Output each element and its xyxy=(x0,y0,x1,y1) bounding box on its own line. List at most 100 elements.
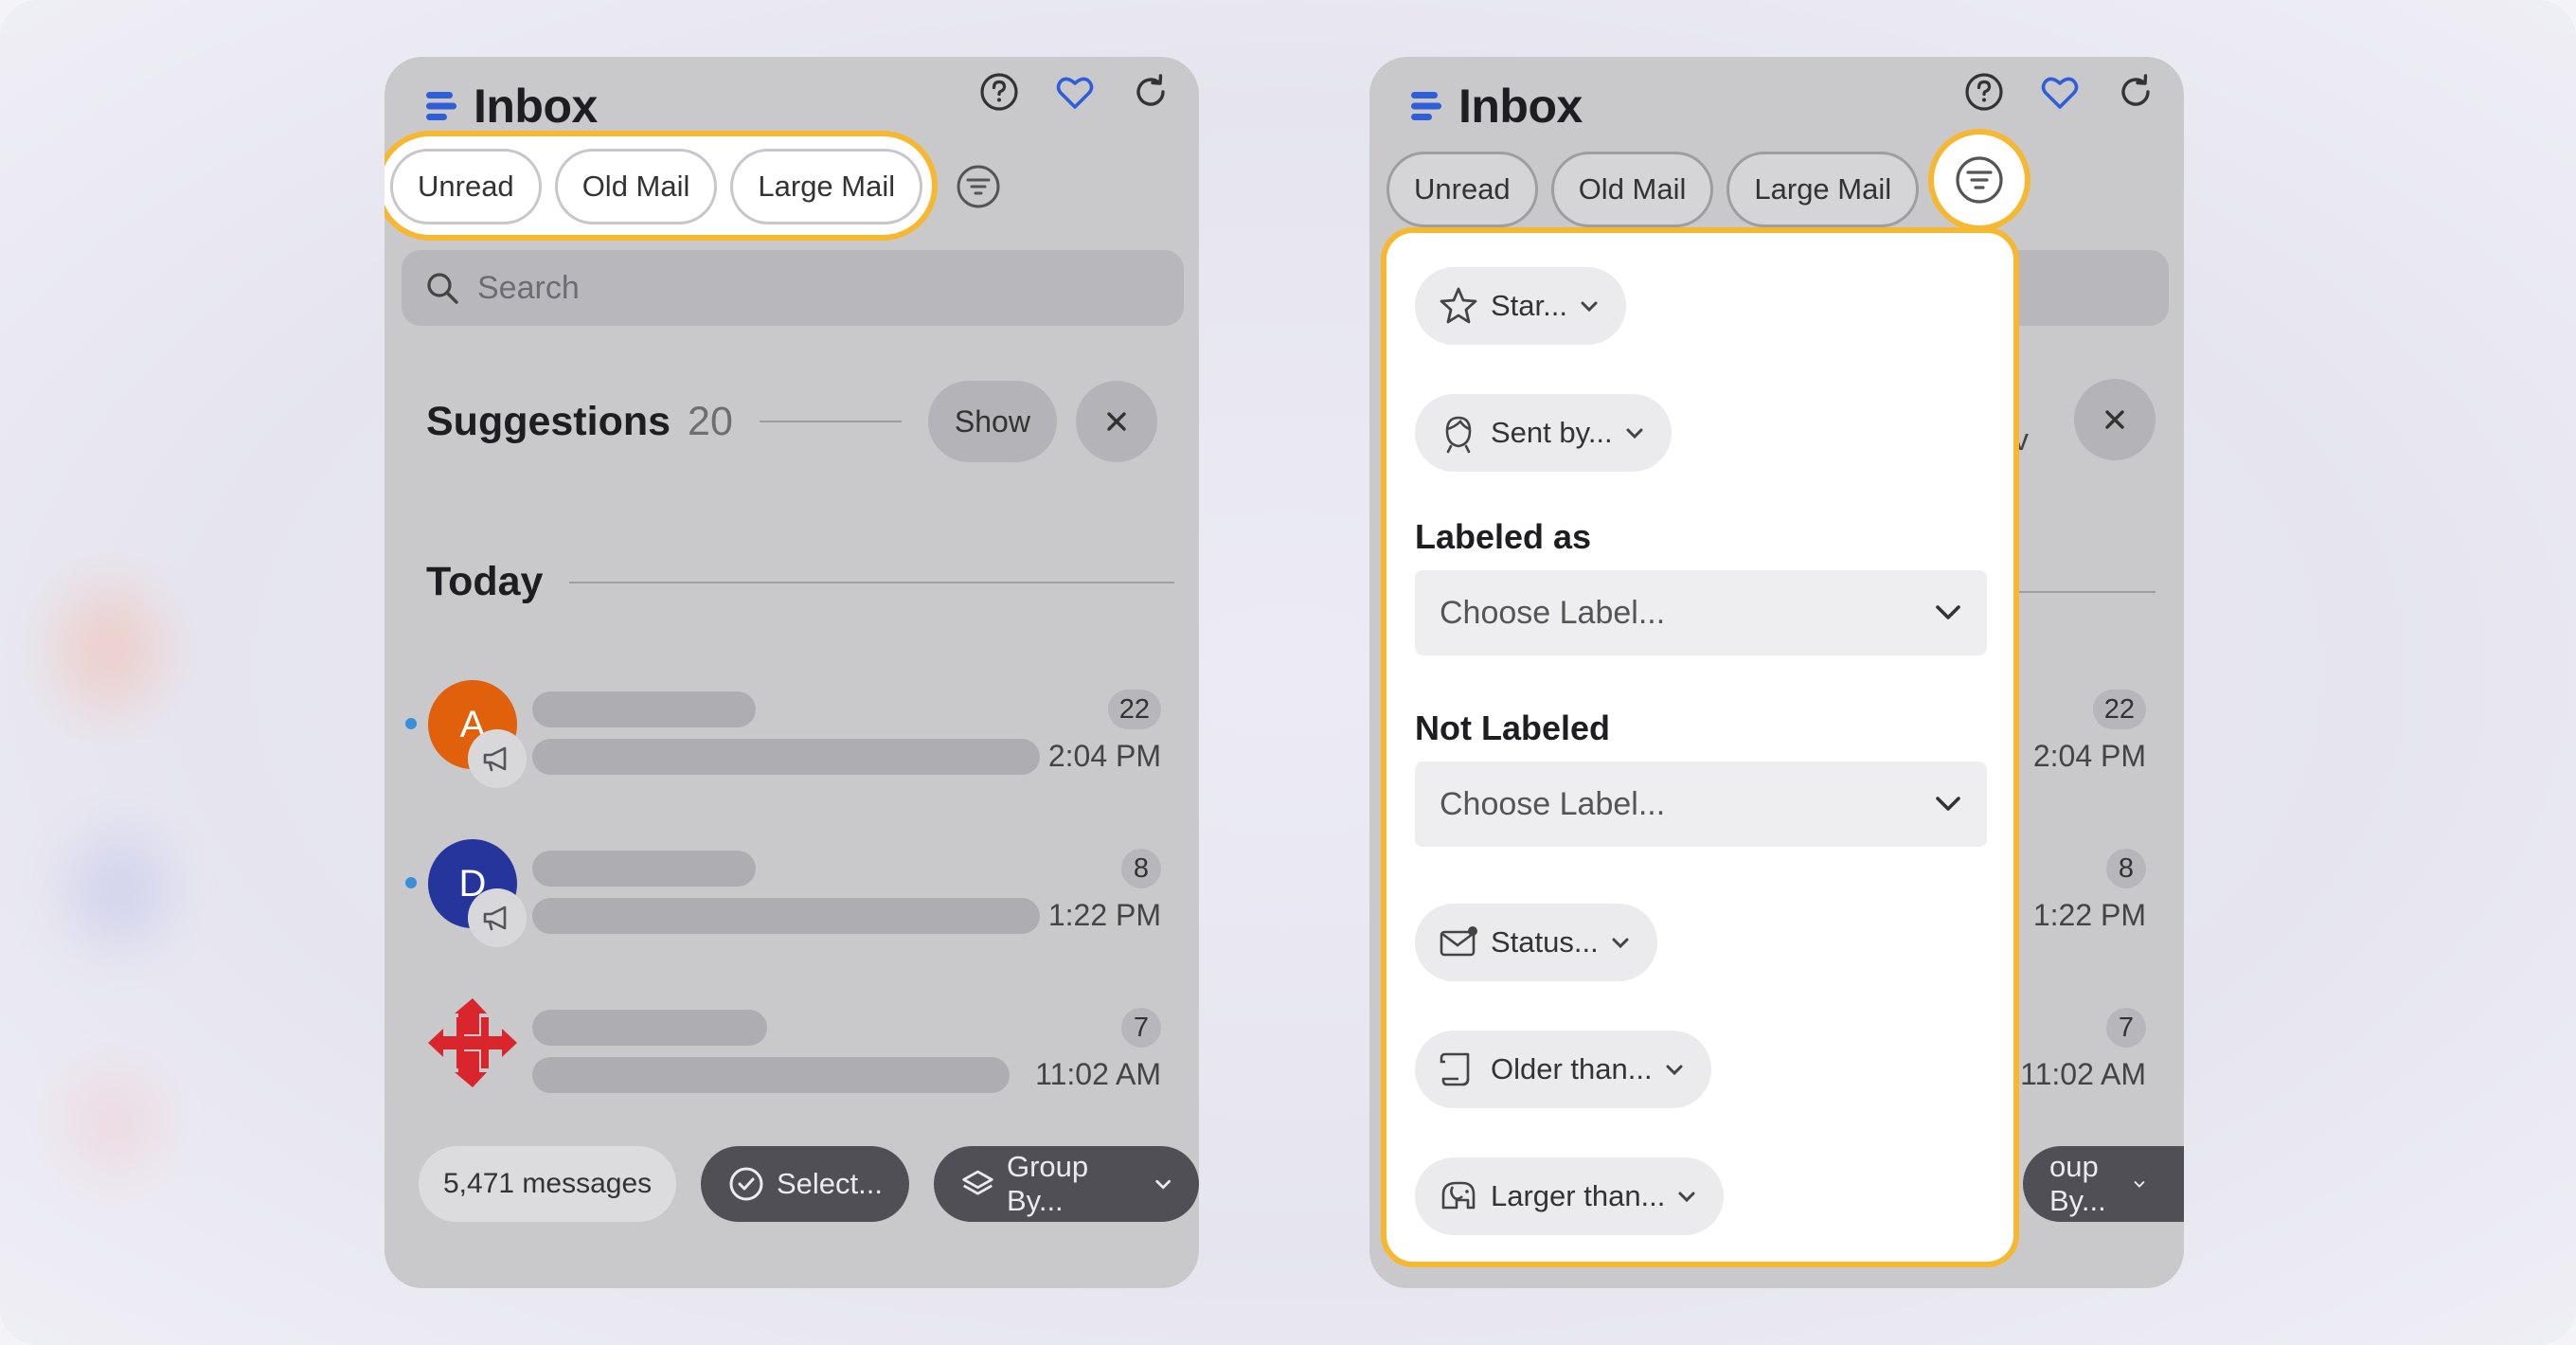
mail-time: 1:22 PM xyxy=(2032,898,2146,932)
divider xyxy=(569,581,1174,583)
blurred-avatar xyxy=(66,834,170,947)
not-labeled-heading: Not Labeled xyxy=(1415,708,1611,747)
star-icon xyxy=(1440,287,1477,324)
thread-count: 8 xyxy=(1121,849,1161,888)
chevron-down-icon xyxy=(1626,428,1643,439)
mail-row[interactable]: D 8 1:22 PM xyxy=(385,811,1199,953)
unread-dot xyxy=(405,718,417,729)
chip-old-mail[interactable]: Old Mail xyxy=(1550,152,1714,227)
sender-placeholder xyxy=(532,851,756,887)
mail-time: 11:02 AM xyxy=(2020,1057,2146,1091)
inbox-menu-icon[interactable] xyxy=(1407,87,1445,125)
close-icon xyxy=(2105,410,2124,429)
select-label: Select... xyxy=(777,1167,883,1200)
elephant-icon xyxy=(1441,1181,1476,1210)
inbox-menu-icon[interactable] xyxy=(422,87,460,125)
filter-older-than-label: Older than... xyxy=(1491,1052,1653,1085)
not-labeled-select[interactable]: Choose Label... xyxy=(1415,762,1987,847)
group-by-button[interactable]: oup By... xyxy=(2023,1146,2184,1222)
heart-icon[interactable] xyxy=(1053,70,1097,114)
filter-larger-than-label: Larger than... xyxy=(1491,1179,1666,1212)
labeled-as-placeholder: Choose Label... xyxy=(1440,594,1666,631)
unread-dot xyxy=(405,877,417,888)
subject-placeholder xyxy=(532,739,1040,775)
mail-row[interactable]: 7 11:02 AM xyxy=(385,970,1199,1112)
chevron-down-icon xyxy=(1936,797,1960,811)
inbox-panel-left: Inbox Unread Old Mail Large Mail Search … xyxy=(385,57,1199,1288)
group-by-label: oup By... xyxy=(2049,1150,2106,1217)
filter-icon xyxy=(1956,156,2003,204)
suggestions-header: Suggestions 20 Show xyxy=(426,379,1174,464)
check-circle-icon xyxy=(729,1167,763,1201)
group-by-label: Group By... xyxy=(1006,1150,1089,1217)
filter-older-than[interactable]: Older than... xyxy=(1415,1031,1711,1108)
filter-menu: Star... Sent by... Labeled as Choose Lab… xyxy=(1381,227,2019,1267)
sender-logo-icon xyxy=(428,998,517,1087)
filter-button[interactable] xyxy=(949,157,1008,216)
subject-placeholder xyxy=(532,1057,1010,1093)
chevron-down-icon xyxy=(1581,301,1598,313)
section-header-today: Today xyxy=(426,559,1174,605)
chevron-down-icon xyxy=(1612,938,1629,949)
megaphone-icon xyxy=(483,906,507,931)
blurred-avatar xyxy=(66,1070,161,1175)
group-by-button[interactable]: Group By... xyxy=(934,1146,1199,1222)
chevron-down-icon xyxy=(1154,1179,1171,1190)
help-icon[interactable] xyxy=(977,70,1021,114)
blurred-avatar xyxy=(57,587,161,710)
filter-button[interactable] xyxy=(1928,129,2030,231)
mail-time: 2:04 PM xyxy=(2032,739,2146,773)
sender-placeholder xyxy=(532,1010,767,1046)
heart-icon[interactable] xyxy=(2038,70,2082,114)
quick-filter-chips-highlight: Unread Old Mail Large Mail xyxy=(385,131,938,241)
divider xyxy=(759,421,902,422)
mail-time: 2:04 PM xyxy=(1047,739,1161,773)
filter-star[interactable]: Star... xyxy=(1415,267,1626,345)
chip-unread[interactable]: Unread xyxy=(390,149,542,224)
mail-row[interactable]: A 22 2:04 PM xyxy=(385,652,1199,794)
show-suggestions-button[interactable]: Show xyxy=(927,381,1057,462)
select-button[interactable]: Select... xyxy=(701,1146,909,1222)
thread-count: 8 xyxy=(2106,849,2146,888)
filter-icon xyxy=(957,165,1000,208)
page-title: Inbox xyxy=(1458,80,1583,133)
refresh-icon[interactable] xyxy=(2114,70,2157,114)
help-icon[interactable] xyxy=(1962,70,2006,114)
header-actions xyxy=(1962,70,2157,114)
dismiss-suggestions-button[interactable] xyxy=(1075,381,1157,462)
chip-large-mail[interactable]: Large Mail xyxy=(730,149,923,224)
chip-large-mail[interactable]: Large Mail xyxy=(1726,152,1920,227)
filter-larger-than[interactable]: Larger than... xyxy=(1415,1157,1725,1235)
chip-unread[interactable]: Unread xyxy=(1386,152,1538,227)
not-labeled-placeholder: Choose Label... xyxy=(1440,785,1666,822)
mail-status-icon xyxy=(1440,926,1477,957)
chevron-down-icon xyxy=(1666,1065,1683,1076)
scroll-icon xyxy=(1440,1052,1470,1086)
message-count: 5,471 messages xyxy=(419,1146,677,1222)
thread-count: 22 xyxy=(1107,690,1161,729)
filter-status[interactable]: Status... xyxy=(1415,904,1657,981)
quick-filter-chips: Unread Old Mail Large Mail xyxy=(390,149,923,224)
bottom-toolbar: 5,471 messages Select... Group By... xyxy=(385,1146,1199,1241)
labeled-as-select[interactable]: Choose Label... xyxy=(1415,570,1987,655)
layers-icon xyxy=(962,1170,993,1195)
chevron-down-icon xyxy=(1678,1192,1695,1203)
filter-star-label: Star... xyxy=(1491,289,1567,322)
page-title: Inbox xyxy=(474,80,598,133)
sender-placeholder xyxy=(532,691,756,727)
close-icon xyxy=(1107,412,1126,431)
chevron-down-icon xyxy=(1936,605,1960,619)
subject-placeholder xyxy=(532,898,1040,934)
filter-sent-by-label: Sent by... xyxy=(1491,416,1613,449)
suggestions-count: 20 xyxy=(688,398,733,444)
mail-time: 1:22 PM xyxy=(1047,898,1161,932)
dismiss-suggestions-button[interactable] xyxy=(2074,379,2156,460)
search-icon xyxy=(427,273,458,304)
chip-old-mail[interactable]: Old Mail xyxy=(554,149,718,224)
filter-status-label: Status... xyxy=(1491,925,1599,959)
filter-sent-by[interactable]: Sent by... xyxy=(1415,394,1672,472)
search-input[interactable]: Search xyxy=(402,250,1184,326)
refresh-icon[interactable] xyxy=(1129,70,1172,114)
promo-badge xyxy=(468,888,527,947)
header: Inbox xyxy=(1407,68,1583,144)
